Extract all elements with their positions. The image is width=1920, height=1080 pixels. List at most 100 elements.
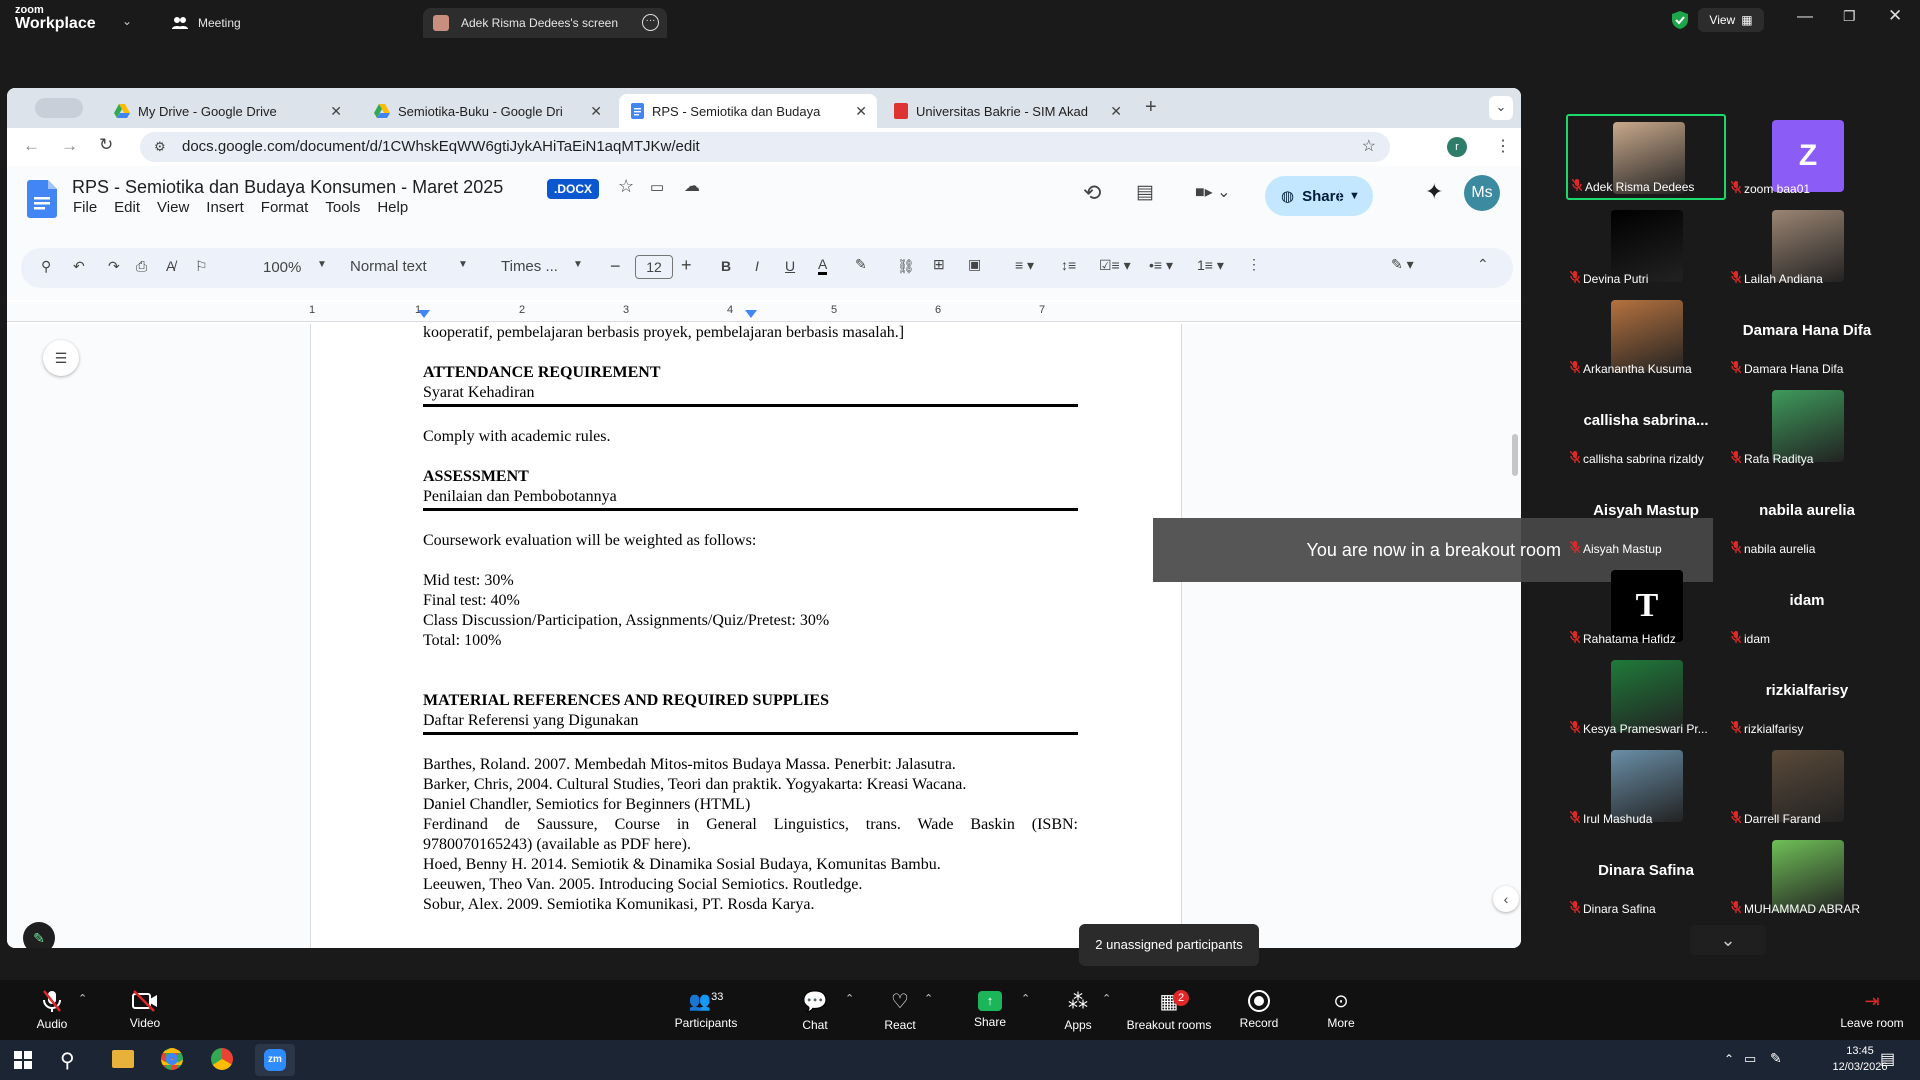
close-button[interactable]: ✕: [1888, 6, 1902, 26]
forward-button[interactable]: →: [61, 136, 78, 156]
participant-tile[interactable]: Devina Putri: [1566, 204, 1726, 290]
checklist-icon[interactable]: ☑≡ ▾: [1099, 257, 1131, 274]
collapse-toolbar-icon[interactable]: ⌃: [1477, 256, 1489, 273]
menu-file[interactable]: File: [73, 199, 97, 216]
back-button[interactable]: ←: [23, 136, 40, 156]
participant-tile[interactable]: nabila aurelia nabila aurelia: [1727, 474, 1887, 560]
chat-options-icon[interactable]: ⌃: [845, 992, 854, 1005]
tab-search-icon[interactable]: [35, 98, 83, 118]
close-tab-icon[interactable]: ✕: [590, 103, 602, 120]
network-icon[interactable]: ▭: [1744, 1051, 1756, 1067]
chevron-down-icon[interactable]: ▼: [317, 259, 327, 270]
record-button[interactable]: Record: [1238, 980, 1280, 1040]
document-page[interactable]: kooperatif, pembelajaran berbasis proyek…: [310, 324, 1182, 948]
participant-tile[interactable]: T Rahatama Hafidz: [1566, 564, 1726, 650]
react-button[interactable]: ♡ React: [884, 980, 916, 1040]
site-settings-icon[interactable]: ⚙: [154, 132, 166, 162]
add-comment-icon[interactable]: ⊞: [933, 256, 945, 273]
chat-button[interactable]: 💬 Chat: [800, 980, 830, 1040]
scrollbar[interactable]: [1512, 434, 1518, 476]
close-tab-icon[interactable]: ✕: [330, 103, 342, 120]
profile-avatar[interactable]: r: [1447, 137, 1467, 157]
more-tools-icon[interactable]: ⋮: [1247, 256, 1261, 273]
redo-icon[interactable]: ↷: [108, 258, 120, 275]
chevron-down-icon[interactable]: ▼: [458, 259, 468, 270]
reload-button[interactable]: ↻: [99, 135, 113, 155]
url-bar[interactable]: ⚙ docs.google.com/document/d/1CWhskEqWW6…: [140, 132, 1390, 162]
browser-tab[interactable]: My Drive - Google Drive ✕: [102, 94, 352, 128]
search-icon[interactable]: ⚲: [60, 1048, 75, 1073]
paint-format-icon[interactable]: ⚐: [195, 258, 208, 275]
search-menus-icon[interactable]: ⚲: [41, 258, 51, 275]
text-color-icon[interactable]: A: [818, 256, 828, 275]
annotate-pencil-icon[interactable]: ✎: [23, 922, 55, 948]
close-tab-icon[interactable]: ✕: [855, 103, 867, 120]
style-select[interactable]: Normal text: [350, 258, 427, 275]
apps-button[interactable]: ⁂ Apps: [1064, 980, 1092, 1040]
comments-icon[interactable]: ▤: [1136, 181, 1154, 204]
participants-button[interactable]: 👥33 Participants: [672, 980, 740, 1040]
windows-start-icon[interactable]: [14, 1051, 32, 1069]
zoom-taskbar-item[interactable]: zm: [255, 1044, 295, 1076]
document-title[interactable]: RPS - Semiotika dan Budaya Konsumen - Ma…: [72, 177, 503, 198]
share-options-icon[interactable]: ⌃: [1021, 992, 1030, 1005]
account-avatar[interactable]: Ms: [1464, 175, 1500, 211]
browser-tab[interactable]: Semiotika-Buku - Google Dri ✕: [362, 94, 612, 128]
chevron-down-icon[interactable]: ⌄: [122, 14, 132, 28]
share-screen-button[interactable]: ↑ Share: [974, 980, 1006, 1040]
insert-image-icon[interactable]: ▣: [968, 256, 981, 273]
tab-list-button[interactable]: ⌄: [1489, 96, 1513, 120]
new-tab-button[interactable]: +: [1145, 96, 1157, 119]
right-indent-marker[interactable]: [745, 310, 757, 318]
tray-overflow-icon[interactable]: ⌃: [1724, 1052, 1734, 1066]
decrease-font-size-icon[interactable]: −: [610, 256, 621, 277]
participant-tile[interactable]: Lailah Andiana: [1727, 204, 1887, 290]
menu-format[interactable]: Format: [261, 199, 309, 216]
participant-tile[interactable]: Aisyah Mastup Aisyah Mastup: [1566, 474, 1726, 560]
video-button[interactable]: Video: [124, 980, 166, 1040]
share-button[interactable]: ◍ Share ▼: [1265, 176, 1373, 216]
participant-tile[interactable]: idam idam: [1727, 564, 1887, 650]
apps-options-icon[interactable]: ⌃: [1102, 992, 1111, 1005]
browser-tab-active[interactable]: RPS - Semiotika dan Budaya ✕: [619, 94, 877, 128]
more-options-icon[interactable]: ···: [642, 14, 659, 31]
menu-insert[interactable]: Insert: [206, 199, 244, 216]
breakout-rooms-button[interactable]: ▦ Breakout rooms: [1126, 980, 1212, 1040]
line-spacing-icon[interactable]: ↕≡: [1061, 257, 1076, 273]
link-icon[interactable]: ⛓: [897, 258, 915, 275]
browser-tab[interactable]: Universitas Bakrie - SIM Akad ✕: [882, 94, 1132, 128]
menu-view[interactable]: View: [157, 199, 189, 216]
notification-icon[interactable]: ▤: [1880, 1049, 1895, 1069]
increase-font-size-icon[interactable]: +: [681, 255, 692, 276]
menu-tools[interactable]: Tools: [325, 199, 360, 216]
file-explorer-icon[interactable]: [112, 1050, 134, 1068]
minimize-button[interactable]: —: [1797, 8, 1813, 26]
chrome-icon[interactable]: [161, 1048, 183, 1070]
meet-icon[interactable]: ■▸ ⌄: [1195, 182, 1231, 202]
italic-icon[interactable]: I: [755, 258, 759, 274]
view-button[interactable]: View ▦: [1698, 8, 1764, 32]
audio-button[interactable]: Audio: [30, 980, 74, 1040]
participant-tile[interactable]: Dinara Safina Dinara Safina: [1566, 834, 1726, 920]
participant-tile[interactable]: callisha sabrina... callisha sabrina riza…: [1566, 384, 1726, 470]
chevron-down-icon[interactable]: ▼: [573, 259, 583, 270]
chrome-menu-icon[interactable]: ⋮: [1495, 136, 1511, 156]
numbered-list-icon[interactable]: 1≡ ▾: [1197, 257, 1224, 274]
star-icon[interactable]: ☆: [618, 176, 634, 197]
underline-icon[interactable]: U: [785, 258, 795, 274]
gemini-icon[interactable]: ✦: [1425, 179, 1443, 205]
google-docs-logo[interactable]: [27, 180, 57, 218]
gallery-next-page-button[interactable]: ⌄: [1690, 925, 1766, 955]
participant-tile[interactable]: Arkanantha Kusuma: [1566, 294, 1726, 380]
font-size-input[interactable]: 12: [635, 255, 673, 279]
move-folder-icon[interactable]: ▭: [650, 178, 664, 196]
chrome-profile-icon[interactable]: [211, 1048, 233, 1070]
participant-tile[interactable]: Rafa Raditya: [1727, 384, 1887, 470]
react-options-icon[interactable]: ⌃: [924, 992, 933, 1005]
audio-options-icon[interactable]: ⌃: [78, 992, 87, 1005]
font-select[interactable]: Times ...: [501, 258, 558, 275]
print-icon[interactable]: ⎙: [136, 258, 147, 275]
align-icon[interactable]: ≡ ▾: [1015, 257, 1034, 274]
editing-mode-icon[interactable]: ✎ ▾: [1391, 256, 1414, 273]
highlight-icon[interactable]: ✎: [855, 256, 867, 273]
